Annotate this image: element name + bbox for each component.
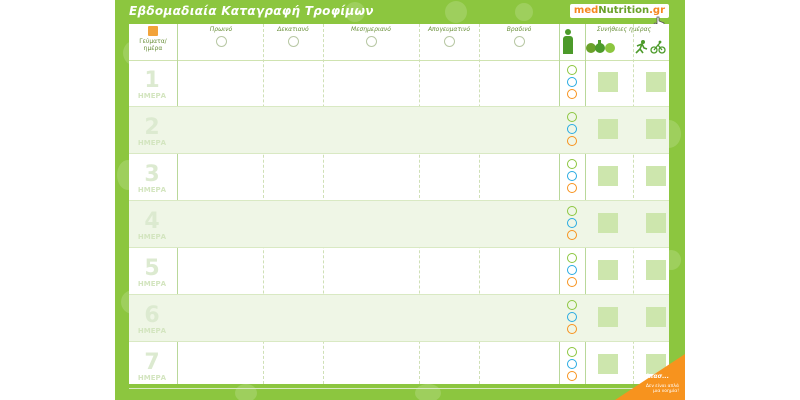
day-row[interactable]: 4 ΗΜΕΡΑ (129, 201, 669, 248)
habits-header: Συνήθειες ημέρας (579, 26, 669, 33)
day-row[interactable]: 5 ΗΜΕΡΑ (129, 248, 669, 295)
exercise-checkbox[interactable] (646, 166, 666, 186)
day-row[interactable]: 3 ΗΜΕΡΑ (129, 154, 669, 201)
meal-label: Πρωινό (209, 26, 233, 33)
meal-header-lunch: Μεσημεριανό (323, 26, 419, 47)
alarm-clock-icon (287, 36, 299, 47)
day-number: 5 ΗΜΕΡΑ (137, 256, 167, 289)
smiley-face-icon[interactable] (567, 253, 577, 263)
sad-face-icon[interactable] (567, 136, 577, 146)
smiley-face-icon[interactable] (567, 159, 577, 169)
food-diary-frame: Εβδομαδιαία Καταγραφή Τροφίμων medNutrit… (115, 0, 685, 400)
neutral-face-icon[interactable] (567, 124, 577, 134)
person-icon (562, 29, 574, 55)
alarm-clock-icon (443, 36, 455, 47)
sad-face-icon[interactable] (567, 183, 577, 193)
neutral-face-icon[interactable] (567, 359, 577, 369)
vegetables-checkbox[interactable] (598, 119, 618, 139)
day-row[interactable]: 2 ΗΜΕΡΑ (129, 107, 669, 154)
vegetables-checkbox[interactable] (598, 354, 618, 374)
calendar-icon (148, 26, 158, 36)
meal-header-afternoon-snack: Απογευματινό (419, 26, 479, 47)
mood-faces (565, 205, 579, 242)
day-row[interactable]: 6 ΗΜΕΡΑ (129, 295, 669, 342)
logo-main: Nutrition (598, 5, 650, 16)
diary-sheet: Γεύματα/ ημέρα Πρωινό Δεκατιανό Μεσημερι… (129, 24, 669, 389)
sad-face-icon[interactable] (567, 89, 577, 99)
day-row[interactable]: 1 ΗΜΕΡΑ (129, 60, 669, 107)
running-icon (635, 40, 648, 54)
day-number: 7 ΗΜΕΡΑ (137, 350, 167, 383)
logo-prefix: med (573, 5, 599, 16)
smiley-face-icon[interactable] (567, 112, 577, 122)
exercise-checkbox[interactable] (646, 260, 666, 280)
day-number: 4 ΗΜΕΡΑ (137, 209, 167, 242)
mood-faces (565, 299, 579, 336)
vegetables-icon (586, 40, 615, 53)
sad-face-icon[interactable] (567, 324, 577, 334)
meal-header-dinner: Βραδινό (479, 26, 559, 47)
sad-face-icon[interactable] (567, 230, 577, 240)
exercise-checkbox[interactable] (646, 72, 666, 92)
meal-header-morning-snack: Δεκατιανό (263, 26, 323, 47)
neutral-face-icon[interactable] (567, 171, 577, 181)
mood-faces (565, 111, 579, 148)
day-column-header: Γεύματα/ ημέρα (131, 26, 175, 52)
meal-label: Μεσημεριανό (351, 26, 391, 33)
habits-label: Συνήθειες ημέρας (596, 26, 652, 33)
vegetables-checkbox[interactable] (598, 307, 618, 327)
meal-label: Βραδινό (506, 26, 532, 33)
alarm-clock-icon (365, 36, 377, 47)
promo-title: Λίπασ... (641, 373, 669, 380)
vegetables-checkbox[interactable] (598, 260, 618, 280)
vegetables-checkbox[interactable] (598, 213, 618, 233)
vegetables-checkbox[interactable] (598, 72, 618, 92)
meal-header-breakfast: Πρωινό (179, 26, 263, 47)
day-number: 1 ΗΜΕΡΑ (137, 68, 167, 101)
mood-faces (565, 158, 579, 195)
cycling-icon (650, 40, 666, 54)
day-number: 3 ΗΜΕΡΑ (137, 162, 167, 195)
day-number: 6 ΗΜΕΡΑ (137, 303, 167, 336)
day-column-label: Γεύματα/ ημέρα (139, 38, 167, 52)
sad-face-icon[interactable] (567, 277, 577, 287)
title-bar: Εβδομαδιαία Καταγραφή Τροφίμων medNutrit… (115, 0, 685, 30)
promo-tagline: Δεν είναι απλά μια νοημία! (645, 384, 679, 394)
smiley-face-icon[interactable] (567, 347, 577, 357)
exercise-checkbox[interactable] (646, 213, 666, 233)
vegetables-checkbox[interactable] (598, 166, 618, 186)
smiley-face-icon[interactable] (567, 65, 577, 75)
neutral-face-icon[interactable] (567, 312, 577, 322)
mood-faces (565, 64, 579, 101)
smiley-face-icon[interactable] (567, 300, 577, 310)
header-row: Γεύματα/ ημέρα Πρωινό Δεκατιανό Μεσημερι… (129, 24, 669, 61)
neutral-face-icon[interactable] (567, 77, 577, 87)
meal-label: Δεκατιανό (277, 26, 309, 33)
smiley-face-icon[interactable] (567, 206, 577, 216)
day-row[interactable]: 7 ΗΜΕΡΑ (129, 342, 669, 389)
neutral-face-icon[interactable] (567, 218, 577, 228)
alarm-clock-icon (215, 36, 227, 47)
day-number: 2 ΗΜΕΡΑ (137, 115, 167, 148)
exercise-checkbox[interactable] (646, 119, 666, 139)
page-title: Εβδομαδιαία Καταγραφή Τροφίμων (129, 4, 374, 18)
mood-faces (565, 346, 579, 383)
mood-faces (565, 252, 579, 289)
meal-label: Απογευματινό (427, 26, 471, 33)
sad-face-icon[interactable] (567, 371, 577, 381)
logo-suffix: .gr (649, 5, 665, 16)
alarm-clock-icon (513, 36, 525, 47)
exercise-checkbox[interactable] (646, 307, 666, 327)
neutral-face-icon[interactable] (567, 265, 577, 275)
